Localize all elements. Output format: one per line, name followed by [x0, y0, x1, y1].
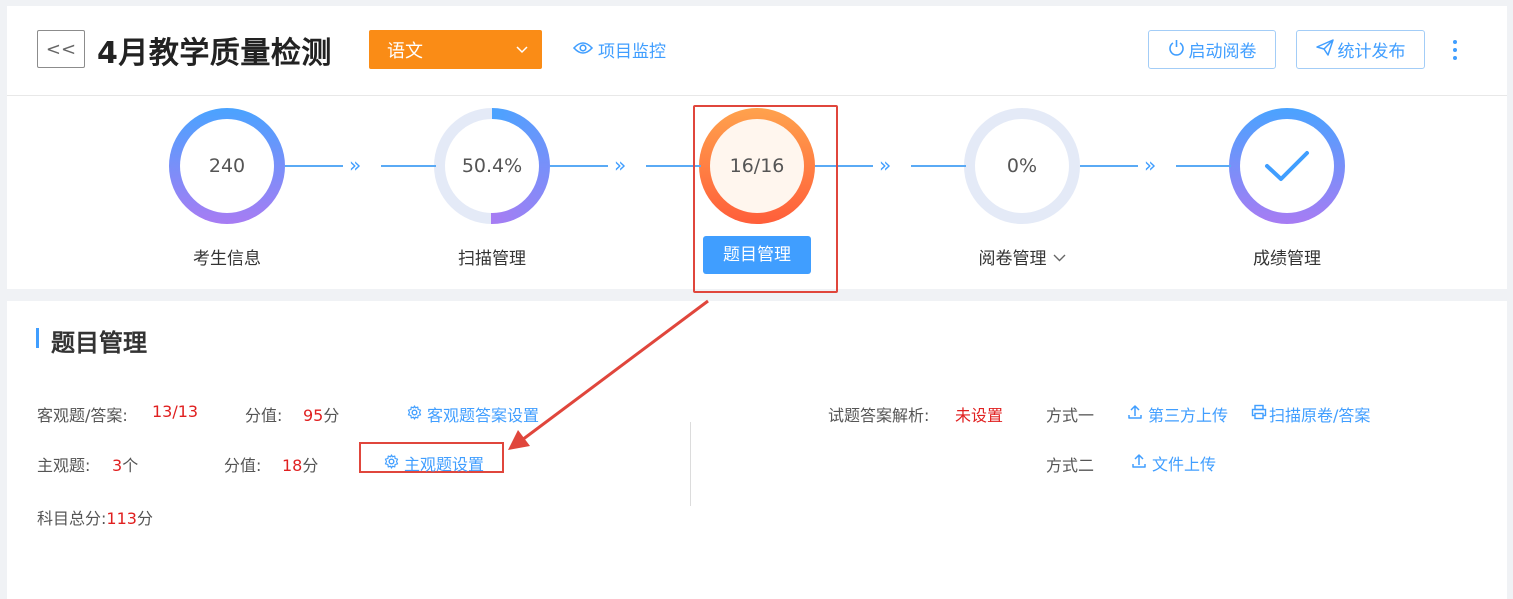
start-marking-label: 启动阅卷 [1188, 42, 1257, 62]
total-score: 科目总分:113分 [37, 505, 153, 529]
double-chevron-right-icon: » [614, 153, 627, 177]
gear-icon [407, 404, 422, 424]
objective-score: 95分 [303, 402, 339, 426]
third-party-upload-link[interactable]: 第三方上传 [1127, 402, 1228, 426]
subjective-label: 主观题: [37, 456, 91, 475]
subjective-count: 3个 [112, 452, 138, 476]
connector-line [1176, 165, 1231, 167]
power-icon [1168, 39, 1185, 61]
objective-value: 13/13 [152, 402, 199, 421]
objective-score-label: 分值: [245, 406, 283, 425]
subjective-unit: 个 [122, 456, 139, 475]
total-score-label: 科目总分: [37, 509, 107, 528]
file-upload-link[interactable]: 文件上传 [1131, 451, 1216, 475]
objective-score-value: 95 [303, 406, 324, 425]
printer-icon [1251, 404, 1267, 424]
connector-line [550, 165, 608, 167]
answer-analysis-status: 未设置 [955, 406, 1004, 425]
subject-select-value: 语文 [387, 40, 423, 62]
subjective-score-value: 18 [282, 456, 303, 475]
connector-line [1080, 165, 1138, 167]
section-marker [36, 328, 39, 348]
double-chevron-right-icon: » [349, 153, 362, 177]
subjective-value: 3 [112, 456, 123, 475]
project-monitor-label: 项目监控 [598, 42, 666, 62]
step-label-text: 阅卷管理 [978, 249, 1047, 269]
step-circle-marking-management[interactable]: 0% [964, 108, 1080, 224]
annotation-highlight-box [693, 105, 838, 293]
connector-line [381, 165, 436, 167]
objective-answer-settings-label: 客观题答案设置 [427, 406, 540, 425]
subjective-settings-link[interactable]: 主观题设置 [384, 451, 484, 475]
total-score-unit: 分 [136, 509, 153, 528]
method1-label: 方式一 [1046, 406, 1095, 425]
subjective-score-unit: 分 [302, 456, 319, 475]
method2-label: 方式二 [1046, 456, 1095, 475]
double-chevron-right-icon: » [879, 153, 892, 177]
send-icon [1315, 38, 1334, 61]
objective-answer-settings-link[interactable]: 客观题答案设置 [407, 402, 539, 426]
step-circle-score-management[interactable] [1229, 108, 1345, 224]
double-chevron-right-icon: » [1144, 153, 1157, 177]
step-circle-scan-management[interactable]: 50.4% [434, 108, 550, 224]
chevron-down-icon [1053, 247, 1066, 267]
project-monitor-link[interactable]: 项目监控 [572, 37, 666, 62]
upload-icon [1131, 453, 1147, 473]
connector-line [911, 165, 966, 167]
file-upload-label: 文件上传 [1152, 455, 1217, 474]
step-label-scan-management[interactable]: 扫描管理 [432, 244, 552, 269]
scan-original-label: 扫描原卷/答案 [1269, 406, 1371, 425]
publish-stats-label: 统计发布 [1337, 42, 1406, 62]
more-menu-icon[interactable] [1451, 40, 1459, 60]
objective-score-unit: 分 [323, 406, 340, 425]
step-value: 50.4% [445, 119, 539, 213]
scan-original-link[interactable]: 扫描原卷/答案 [1251, 402, 1370, 426]
connector-line [285, 165, 343, 167]
subject-select[interactable]: 语文 [369, 30, 542, 69]
eye-icon [572, 40, 594, 60]
check-icon [1240, 119, 1334, 213]
step-value: 0% [975, 119, 1069, 213]
total-score-value: 113 [106, 509, 137, 528]
chevron-down-icon [516, 43, 528, 57]
objective-label: 客观题/答案: [37, 406, 128, 425]
header-divider [7, 95, 1507, 96]
third-party-upload-label: 第三方上传 [1148, 406, 1229, 425]
step-label-student-info[interactable]: 考生信息 [167, 244, 287, 269]
section-title: 题目管理 [51, 329, 147, 357]
step-circle-student-info[interactable]: 240 [169, 108, 285, 224]
publish-stats-button[interactable]: 统计发布 [1296, 30, 1425, 69]
section-divider [690, 422, 691, 506]
start-marking-button[interactable]: 启动阅卷 [1148, 30, 1276, 69]
step-label-score-management[interactable]: 成绩管理 [1227, 244, 1347, 269]
project-header-card: << 4月教学质量检测 语文 项目监控 启动阅卷 统计发布 240 考生信息 5… [7, 6, 1507, 293]
answer-analysis-label: 试题答案解析: [828, 406, 930, 425]
page-title: 4月教学质量检测 [97, 36, 332, 71]
subjective-settings-label: 主观题设置 [404, 455, 485, 474]
question-management-panel: 题目管理 客观题/答案: 13/13 分值: 95分 客观题答案设置 试题答案解… [7, 301, 1507, 599]
step-value: 240 [180, 119, 274, 213]
gear-icon [384, 453, 399, 473]
subjective-score: 18分 [282, 452, 318, 476]
upload-icon [1127, 404, 1143, 424]
step-label-marking-management[interactable]: 阅卷管理 [962, 244, 1082, 269]
back-button[interactable]: << [37, 30, 85, 68]
subjective-score-label: 分值: [224, 456, 262, 475]
